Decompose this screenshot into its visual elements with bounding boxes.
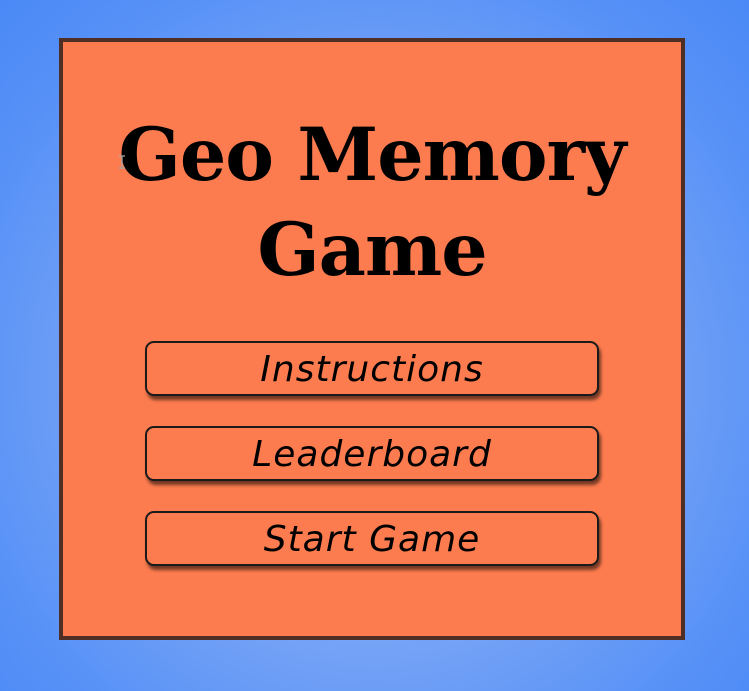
leaderboard-button[interactable]: Leaderboard (145, 426, 599, 481)
game-title-line2: Game (257, 207, 487, 293)
instructions-button[interactable]: Instructions (145, 341, 599, 396)
main-menu-panel: Geo Memory Game Instructions Leaderboard… (59, 38, 685, 640)
game-title: Geo Memory Game (63, 108, 681, 298)
start-game-button[interactable]: Start Game (145, 511, 599, 566)
text-cursor-icon (119, 155, 125, 169)
game-title-line1: Geo Memory (118, 112, 627, 198)
